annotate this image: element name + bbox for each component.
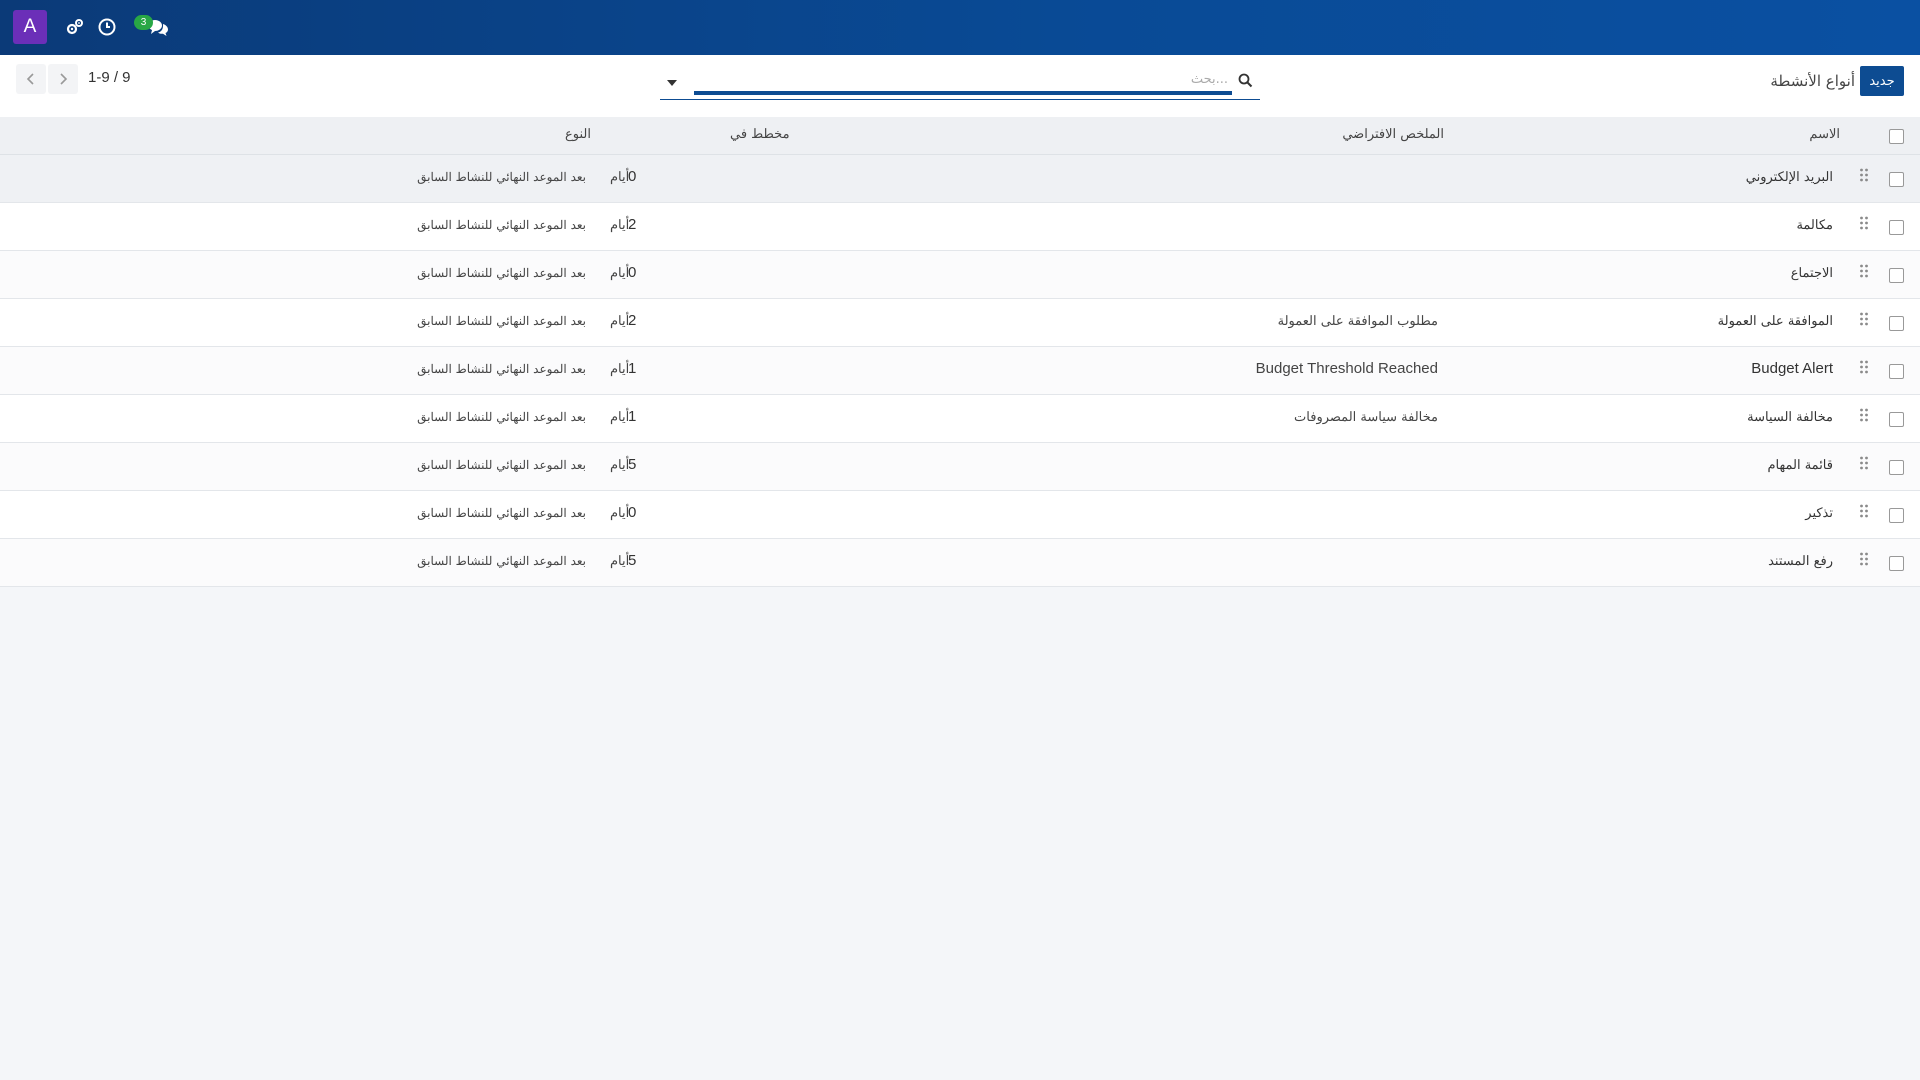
cell-type: بعد الموعد النهائي للنشاط السابق [417, 458, 586, 472]
control-panel: جديد أنواع الأنشطة 1-9 / 9 [0, 55, 1920, 118]
user-avatar[interactable]: A [13, 10, 47, 44]
cell-summary: مطلوب الموافقة على العمولة [1277, 314, 1438, 329]
column-header-name[interactable]: الاسم [1809, 127, 1840, 142]
row-checkbox[interactable] [1889, 460, 1904, 475]
drag-handle-icon[interactable] [1859, 215, 1869, 231]
messages-badge: 3 [134, 15, 153, 30]
chevron-left-icon [26, 73, 34, 85]
cell-summary: مخالفة سياسة المصروفات [1294, 410, 1438, 425]
drag-handle-icon[interactable] [1859, 503, 1869, 519]
cell-planned-unit: أيام [610, 506, 630, 521]
table-row[interactable]: قائمة المهام 5 أيام بعد الموعد النهائي للنش… [0, 443, 1920, 491]
cell-type: بعد الموعد النهائي للنشاط السابق [417, 218, 586, 232]
drag-handle-icon[interactable] [1859, 263, 1869, 279]
cell-name: قائمة المهام [1767, 458, 1833, 473]
column-header-planned-in[interactable]: مخطط في [730, 127, 790, 142]
cell-type: بعد الموعد النهائي للنشاط السابق [417, 314, 586, 328]
cell-type: بعد الموعد النهائي للنشاط السابق [417, 410, 586, 424]
cell-planned-days: 0 [628, 168, 637, 185]
search-bar [660, 67, 1260, 100]
cell-planned-days: 0 [628, 504, 637, 521]
cell-planned-days: 0 [628, 264, 637, 281]
cell-planned-unit: أيام [610, 266, 630, 281]
cell-name: رفع المستند [1768, 554, 1833, 569]
table-row[interactable]: Budget Alert Budget Threshold Reached 1 أيا… [0, 347, 1920, 395]
drag-handle-icon[interactable] [1859, 359, 1869, 375]
cell-name: Budget Alert [1751, 360, 1833, 377]
select-all-checkbox[interactable] [1889, 129, 1904, 144]
pager-previous-button[interactable] [16, 64, 46, 94]
table-row[interactable]: مكالمة 2 أيام بعد الموعد النهائي للنشاط الس… [0, 203, 1920, 251]
cell-type: بعد الموعد النهائي للنشاط السابق [417, 506, 586, 520]
row-checkbox[interactable] [1889, 508, 1904, 523]
activity-types-table: الاسم الملخص الافتراضي مخطط في النوع الب… [0, 117, 1920, 587]
cell-name: مكالمة [1796, 218, 1833, 233]
search-input[interactable] [694, 67, 1232, 95]
pager-next-button[interactable] [48, 64, 78, 94]
drag-handle-icon[interactable] [1859, 551, 1869, 567]
column-header-summary[interactable]: الملخص الافتراضي [1342, 127, 1444, 142]
table-header: الاسم الملخص الافتراضي مخطط في النوع [0, 117, 1920, 155]
cell-planned-unit: أيام [610, 218, 630, 233]
drag-handle-icon[interactable] [1859, 455, 1869, 471]
cell-planned-unit: أيام [610, 410, 630, 425]
row-checkbox[interactable] [1889, 172, 1904, 187]
cell-type: بعد الموعد النهائي للنشاط السابق [417, 554, 586, 568]
cell-planned-unit: أيام [610, 362, 630, 377]
cell-planned-days: 5 [628, 552, 637, 569]
new-button[interactable]: جديد [1860, 66, 1904, 96]
row-checkbox[interactable] [1889, 316, 1904, 331]
cell-planned-unit: أيام [610, 554, 630, 569]
top-navbar: A 3 [0, 0, 1920, 55]
cell-planned-days: 1 [628, 360, 637, 377]
search-icon[interactable] [1238, 73, 1254, 89]
cell-name: الاجتماع [1790, 266, 1833, 281]
drag-handle-icon[interactable] [1859, 407, 1869, 423]
cell-planned-unit: أيام [610, 458, 630, 473]
clock-icon[interactable] [96, 16, 118, 38]
cell-type: بعد الموعد النهائي للنشاط السابق [417, 362, 586, 376]
table-row[interactable]: الاجتماع 0 أيام بعد الموعد النهائي للنشاط ا… [0, 251, 1920, 299]
cell-planned-unit: أيام [610, 314, 630, 329]
table-row[interactable]: البريد الإلكتروني 0 أيام بعد الموعد النهائي… [0, 155, 1920, 203]
chevron-right-icon [60, 73, 68, 85]
cell-name: الموافقة على العمولة [1717, 314, 1833, 329]
cell-name: مخالفة السياسة [1747, 410, 1833, 425]
table-row[interactable]: الموافقة على العمولة مطلوب الموافقة على ا… [0, 299, 1920, 347]
cell-planned-unit: أيام [610, 170, 630, 185]
row-checkbox[interactable] [1889, 412, 1904, 427]
pager-value[interactable]: 1-9 / 9 [88, 69, 131, 86]
cell-planned-days: 1 [628, 408, 637, 425]
table-row[interactable]: تذكير 0 أيام بعد الموعد النهائي للنشاط السا… [0, 491, 1920, 539]
page-title: أنواع الأنشطة [1770, 72, 1855, 90]
cell-name: تذكير [1805, 506, 1833, 521]
cell-type: بعد الموعد النهائي للنشاط السابق [417, 170, 586, 184]
drag-handle-icon[interactable] [1859, 167, 1869, 183]
cell-type: بعد الموعد النهائي للنشاط السابق [417, 266, 586, 280]
row-checkbox[interactable] [1889, 556, 1904, 571]
cell-planned-days: 2 [628, 216, 637, 233]
table-row[interactable]: مخالفة السياسة مخالفة سياسة المصروفات 1 أيا… [0, 395, 1920, 443]
row-checkbox[interactable] [1889, 364, 1904, 379]
settings-gears-icon[interactable] [64, 16, 86, 38]
row-checkbox[interactable] [1889, 220, 1904, 235]
cell-name: البريد الإلكتروني [1745, 170, 1833, 185]
cell-summary: Budget Threshold Reached [1255, 360, 1438, 377]
table-row[interactable]: رفع المستند 5 أيام بعد الموعد النهائي للنشا… [0, 539, 1920, 587]
drag-handle-icon[interactable] [1859, 311, 1869, 327]
cell-planned-days: 5 [628, 456, 637, 473]
column-header-type[interactable]: النوع [565, 127, 591, 142]
row-checkbox[interactable] [1889, 268, 1904, 283]
search-options-toggle[interactable] [667, 80, 677, 86]
cell-planned-days: 2 [628, 312, 637, 329]
